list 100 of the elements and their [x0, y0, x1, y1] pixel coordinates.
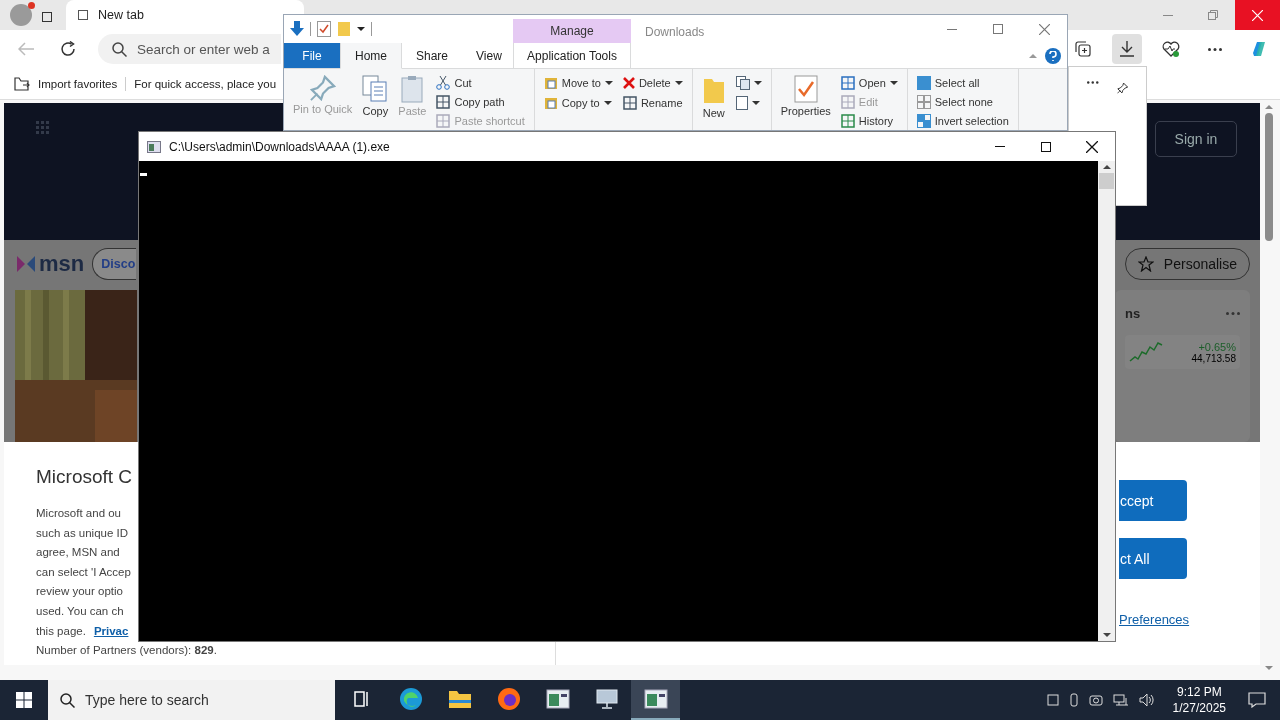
monitor-icon — [595, 689, 618, 709]
ribbon-button[interactable]: Select none — [913, 92, 1012, 111]
documents-icon — [735, 76, 750, 90]
sign-in-button[interactable]: Sign in — [1155, 121, 1237, 157]
download-icon — [1120, 41, 1134, 57]
clock[interactable]: 9:12 PM 1/27/2025 — [1172, 684, 1226, 716]
close-icon — [1038, 23, 1050, 35]
ribbon-button[interactable]: Copy path — [433, 92, 528, 111]
browser-tab[interactable]: New tab — [66, 0, 304, 30]
minimize-icon — [947, 28, 957, 30]
address-field[interactable]: Search or enter web a — [98, 34, 281, 64]
scroll-thumb[interactable] — [1099, 173, 1114, 189]
ribbon-button[interactable]: Cut — [433, 73, 528, 92]
favorites-text[interactable]: Import favorites — [38, 77, 118, 90]
help-icon[interactable] — [1045, 47, 1061, 64]
tablet-icon[interactable] — [1046, 694, 1059, 706]
restore-icon — [1207, 10, 1218, 20]
window-title: C:\Users\admin\Downloads\AAAA (1).exe — [168, 139, 391, 154]
more-icon[interactable] — [1087, 81, 1099, 84]
notification-icon[interactable] — [1248, 692, 1266, 708]
console-icon — [147, 140, 161, 153]
browser-icon — [398, 687, 423, 711]
consent-text: agree, MSN and — [36, 545, 121, 561]
consent-text: Microsoft and ou — [36, 506, 122, 521]
properties-icon[interactable] — [317, 21, 331, 37]
minimize-icon — [1162, 14, 1173, 16]
consent-text: can select 'I Accep — [36, 564, 132, 580]
caret-icon — [1265, 666, 1273, 670]
minimize-icon — [995, 146, 1005, 147]
stock-tile[interactable]: +0.65% 44,713.58 — [1125, 335, 1240, 369]
scrollbar[interactable] — [1098, 161, 1115, 641]
heart-icon — [1162, 41, 1180, 57]
card-heading: ns — [1125, 306, 1141, 321]
delete-icon — [622, 77, 635, 89]
firefox-icon — [496, 687, 521, 711]
ribbon-button[interactable]: Properties — [777, 73, 834, 130]
usb-icon[interactable] — [1068, 693, 1079, 707]
ribbon-button[interactable]: Copy — [359, 73, 392, 130]
window-icon — [643, 689, 668, 709]
grid-icon — [916, 75, 931, 90]
maximize-icon — [993, 24, 1003, 34]
download-icon[interactable] — [290, 21, 304, 37]
grid-icon — [916, 94, 931, 109]
volume-icon[interactable] — [1138, 693, 1155, 707]
network-icon[interactable] — [1112, 694, 1129, 706]
collections-icon — [1075, 41, 1091, 57]
search-icon — [60, 692, 75, 708]
up-arrow-icon — [1102, 165, 1111, 169]
grid-icon — [916, 113, 931, 128]
ribbon-button[interactable]: New — [698, 73, 729, 130]
window-title: Downloads — [644, 24, 706, 41]
search-field[interactable]: Type here to search — [48, 680, 335, 720]
maximize-icon — [1041, 141, 1051, 152]
consent-button[interactable]: ccept — [1119, 480, 1187, 521]
ribbon-button[interactable]: Copy to — [540, 93, 616, 113]
ribbon-button[interactable]: Rename — [619, 93, 686, 113]
consent-text: this page. — [36, 623, 86, 639]
pin-icon[interactable] — [1116, 81, 1128, 95]
dialog-title: Microsoft C — [36, 466, 134, 488]
address-placeholder: Search or enter web a — [137, 41, 270, 57]
folder-icon — [543, 96, 558, 110]
scissors-icon — [436, 75, 451, 90]
caret-icon — [753, 81, 762, 85]
more-icon[interactable] — [1208, 47, 1222, 51]
consent-text: such as unique ID — [36, 525, 130, 541]
caret-icon — [357, 27, 365, 31]
search-placeholder: Type here to search — [85, 692, 209, 708]
scroll-thumb[interactable] — [1265, 113, 1273, 241]
camera-icon[interactable] — [1088, 694, 1103, 706]
partners-text: Number of Partners (vendors): 829. — [36, 643, 218, 659]
tab-page-icon — [78, 10, 88, 20]
ribbon-tab[interactable]: Application Tools — [513, 43, 631, 69]
up-arrow-icon — [1265, 105, 1273, 109]
ribbon-button[interactable]: Open — [837, 73, 901, 92]
preferences-link[interactable]: Preferences — [1119, 612, 1187, 627]
ribbon-button[interactable]: Select all — [913, 73, 1012, 92]
consent-button[interactable]: ct All — [1119, 538, 1187, 579]
folder-icon — [447, 688, 472, 710]
profile-avatar[interactable] — [10, 4, 32, 26]
taskbar-app[interactable] — [631, 680, 680, 720]
refresh-icon[interactable] — [60, 41, 76, 57]
folder-icon — [543, 76, 558, 90]
ribbon-tab[interactable]: File — [284, 43, 340, 69]
ribbon-button[interactable]: Invert selection — [913, 111, 1012, 130]
import-icon — [14, 76, 30, 91]
favorites-text: For quick access, place you — [134, 77, 277, 90]
caret-icon — [751, 101, 760, 105]
star-icon — [1137, 256, 1154, 272]
stock-value: 44,713.58 — [1191, 352, 1236, 364]
privacy-link[interactable]: Privac — [93, 621, 129, 642]
copy-icon — [362, 75, 389, 103]
ribbon-tab[interactable]: Home — [340, 43, 402, 69]
toolbar-button[interactable] — [1112, 34, 1142, 64]
consent-text: used. You can ch — [36, 603, 125, 619]
properties-icon — [793, 75, 818, 103]
ribbon-button[interactable]: Move to — [540, 73, 616, 93]
ribbon-button[interactable]: Delete — [619, 73, 686, 93]
ribbon-button[interactable]: History — [837, 111, 901, 130]
tab-title: New tab — [98, 8, 144, 22]
scrollbar[interactable] — [1262, 105, 1276, 670]
